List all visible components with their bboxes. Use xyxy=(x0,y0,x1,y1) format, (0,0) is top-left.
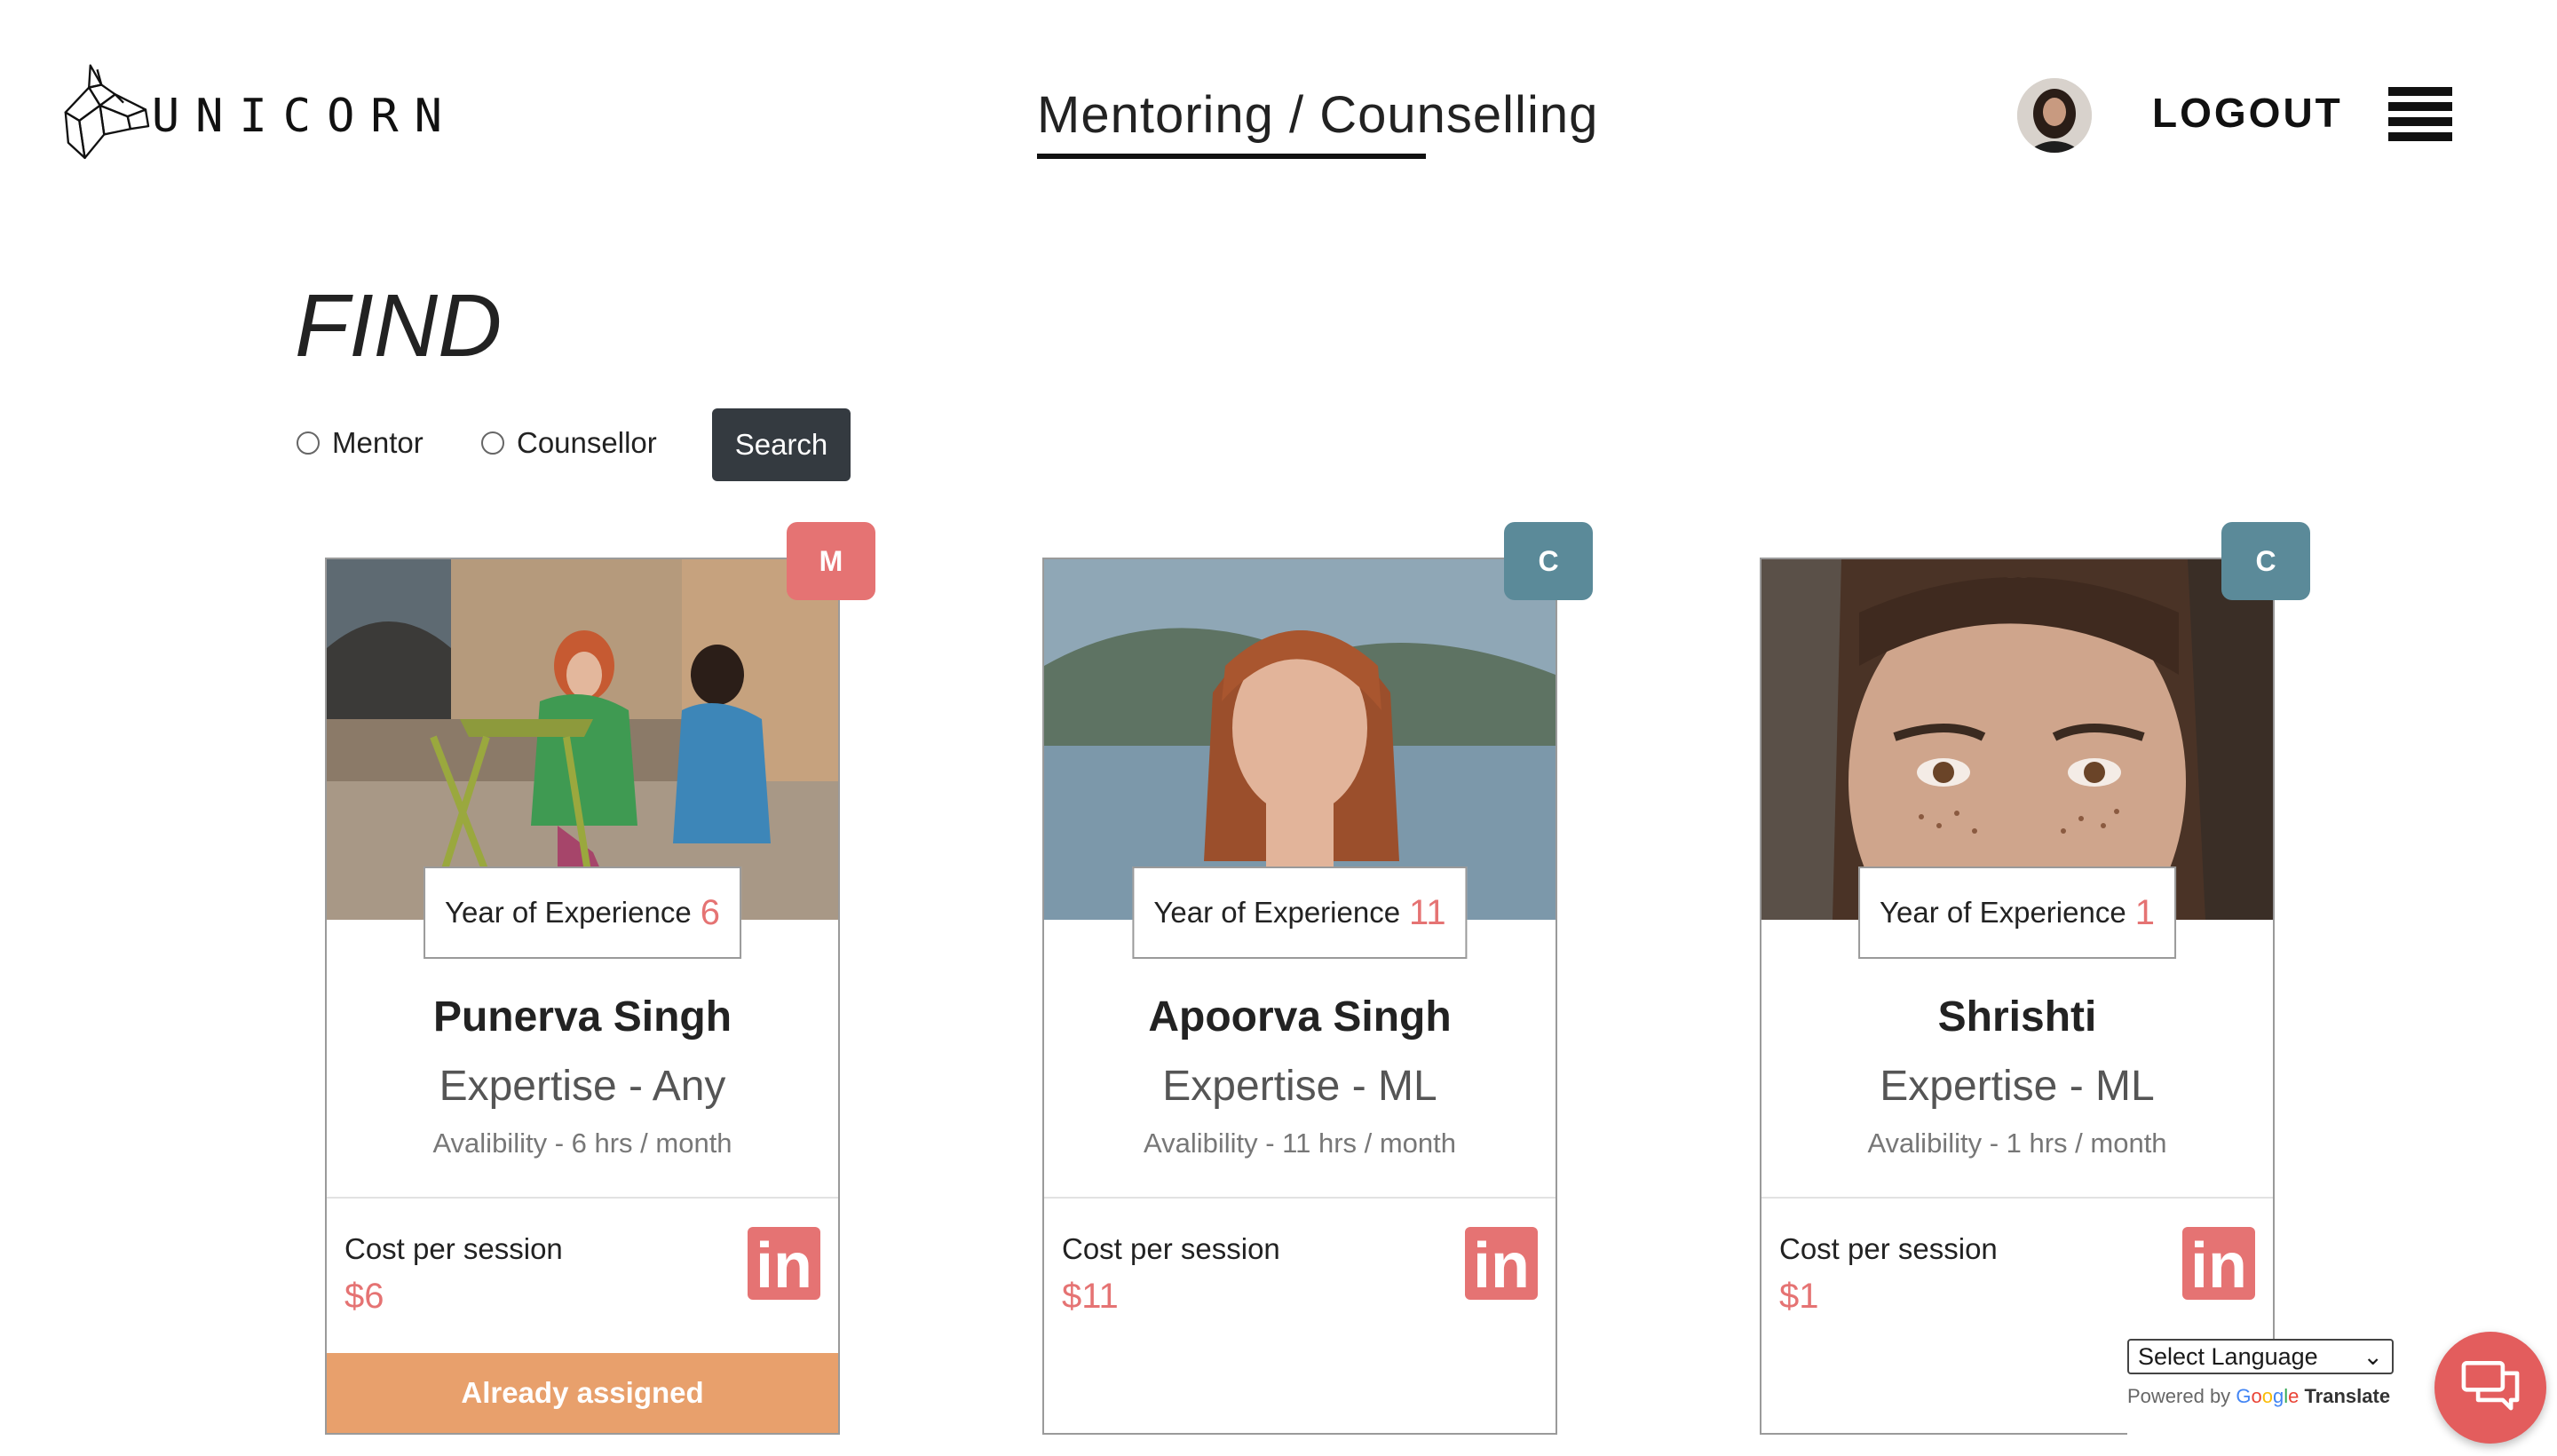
counsellor-name: Shrishti xyxy=(1937,993,2097,1041)
experience-years: 1 xyxy=(2134,892,2155,932)
nav-active-underline xyxy=(1037,154,1426,159)
counsellor-card: C Year of Experience 11 Apoorva Singh Ex… xyxy=(1042,522,1593,1435)
language-select[interactable]: Select Language ⌄ xyxy=(2127,1339,2394,1374)
radio-mentor-circle[interactable] xyxy=(297,431,320,455)
user-avatar[interactable] xyxy=(2017,78,2092,153)
linkedin-icon[interactable]: in xyxy=(2182,1227,2255,1300)
experience-box: Year of Experience 11 xyxy=(1132,866,1468,959)
experience-label: Year of Experience xyxy=(1880,896,2126,929)
linkedin-icon[interactable]: in xyxy=(748,1227,820,1300)
mentor-badge: M xyxy=(787,522,875,600)
cost-label: Cost per session xyxy=(344,1232,563,1265)
radio-mentor-label: Mentor xyxy=(332,426,424,459)
experience-label: Year of Experience xyxy=(1153,896,1401,929)
experience-years: 11 xyxy=(1409,892,1446,932)
translate-label: Translate xyxy=(2304,1385,2391,1407)
radio-counsellor-circle[interactable] xyxy=(481,431,504,455)
logout-button[interactable]: LOGOUT xyxy=(2152,89,2343,137)
find-heading: FIND xyxy=(295,276,503,376)
counsellor-badge: C xyxy=(1504,522,1593,600)
cost-label: Cost per session xyxy=(1062,1232,1280,1265)
expertise-text: Expertise - ML xyxy=(1880,1063,2155,1110)
already-assigned-button[interactable]: Already assigned xyxy=(327,1353,838,1433)
search-button[interactable]: Search xyxy=(712,408,851,481)
nav-mentoring-counselling[interactable]: Mentoring / Counselling xyxy=(1037,85,1598,145)
mentor-card: M Year of Experience 6 Punerva Singh Exp… xyxy=(325,522,875,1435)
experience-label: Year of Experience xyxy=(445,896,692,929)
cost-label: Cost per session xyxy=(1779,1232,1998,1265)
card-divider xyxy=(1044,1197,1556,1199)
expertise-text: Expertise - ML xyxy=(1162,1063,1437,1110)
hamburger-menu-icon[interactable] xyxy=(2388,87,2452,142)
counsellor-name: Apoorva Singh xyxy=(1148,993,1452,1041)
counsellor-card: C Year of Experience 1 Shrishti Expertis… xyxy=(1760,522,2310,1435)
cost-value: $6 xyxy=(344,1277,384,1316)
mentor-name: Punerva Singh xyxy=(432,993,732,1041)
chat-icon[interactable] xyxy=(2434,1332,2546,1444)
radio-mentor[interactable]: Mentor xyxy=(297,426,424,460)
unicorn-logo[interactable]: UNICORN xyxy=(59,44,458,178)
google-translate-widget: Select Language ⌄ Powered by Google Tran… xyxy=(2127,1339,2401,1436)
chevron-down-icon: ⌄ xyxy=(2363,1342,2383,1370)
counsellor-badge: C xyxy=(2221,522,2310,600)
availability-text: Avalibility - 11 hrs / month xyxy=(1143,1128,1457,1159)
card-divider xyxy=(1761,1197,2273,1199)
card-divider xyxy=(327,1197,838,1199)
language-select-value: Select Language xyxy=(2138,1342,2318,1370)
experience-box: Year of Experience 6 xyxy=(424,866,741,959)
availability-text: Avalibility - 6 hrs / month xyxy=(432,1128,732,1159)
google-logo-text: Google xyxy=(2236,1385,2300,1407)
availability-text: Avalibility - 1 hrs / month xyxy=(1867,1128,2167,1159)
powered-by-label: Powered by xyxy=(2127,1385,2231,1407)
radio-counsellor-label: Counsellor xyxy=(517,426,657,459)
cost-value: $11 xyxy=(1062,1277,1119,1316)
expertise-text: Expertise - Any xyxy=(439,1063,726,1110)
powered-by-google: Powered by Google Translate xyxy=(2127,1385,2401,1408)
cost-value: $1 xyxy=(1779,1277,1819,1316)
experience-years: 6 xyxy=(700,892,720,932)
radio-counsellor[interactable]: Counsellor xyxy=(481,426,657,460)
experience-box: Year of Experience 1 xyxy=(1858,866,2176,959)
linkedin-icon[interactable]: in xyxy=(1465,1227,1538,1300)
unicorn-head-icon xyxy=(64,64,150,160)
logo-text: UNICORN xyxy=(151,90,458,143)
